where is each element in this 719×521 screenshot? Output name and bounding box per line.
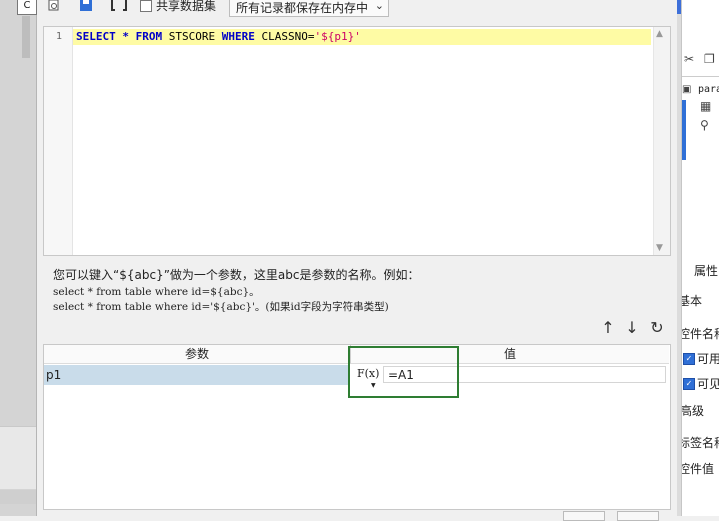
hint-text: 您可以键入“${abc}”做为一个参数，这里abc是参数的名称。例如： bbox=[53, 268, 420, 282]
sql-table: STSCORE bbox=[162, 30, 222, 43]
memory-mode-select[interactable]: 所有记录都保存在内存中 ⌄ bbox=[229, 0, 389, 17]
scroll-up-icon[interactable]: ▲ bbox=[656, 29, 663, 39]
preview-widget-icon[interactable]: ⚲ bbox=[700, 118, 709, 132]
annotation-highlight-box bbox=[348, 346, 459, 398]
share-dataset-label: 共享数据集 bbox=[156, 0, 217, 13]
ok-button[interactable] bbox=[563, 511, 605, 521]
enabled-label: 可用 bbox=[697, 352, 719, 366]
dataset-editor-dialog: C 共享数据集 所有记录都保存在内存中 ⌄ 1 SELECT * FROM ST… bbox=[17, 0, 677, 521]
background-lower-area bbox=[0, 426, 36, 489]
calendar-icon[interactable]: ▦ bbox=[700, 99, 711, 113]
background-horizontal-scrollbar[interactable] bbox=[0, 490, 36, 504]
editor-scrollbar[interactable]: ▲ ▼ bbox=[653, 27, 670, 255]
sql-string: '${p1}' bbox=[314, 30, 361, 43]
sql-keyword-from: FROM bbox=[135, 30, 163, 43]
tag-name-label: 标签名称 bbox=[682, 436, 719, 450]
scroll-indicator bbox=[682, 100, 686, 160]
line-number: 1 bbox=[55, 31, 62, 42]
move-up-icon[interactable]: ↑ bbox=[600, 318, 616, 338]
background-panel bbox=[0, 0, 37, 516]
divider bbox=[682, 76, 719, 77]
sql-star: * bbox=[115, 30, 136, 43]
sql-keyword-where: WHERE bbox=[221, 30, 255, 43]
copy-icon[interactable]: ❐ bbox=[704, 52, 715, 66]
hint-example-1: select * from table where id=${abc}。 bbox=[53, 286, 260, 298]
properties-tab[interactable]: 属性 bbox=[694, 262, 718, 279]
sql-keyword-select: SELECT bbox=[76, 30, 116, 43]
basic-section-header[interactable]: 基本 bbox=[682, 292, 702, 309]
background-scrollbar[interactable] bbox=[22, 16, 30, 58]
advanced-section-header[interactable]: 高级 bbox=[682, 402, 704, 419]
refresh-icon[interactable]: C bbox=[17, 0, 37, 15]
control-name-label: 控件名称 bbox=[682, 327, 719, 341]
table-row[interactable]: p1 bbox=[44, 365, 350, 385]
tree-node-icon: ▣ bbox=[682, 84, 692, 95]
sql-condition: CLASSNO= bbox=[254, 30, 315, 43]
cancel-button[interactable] bbox=[617, 511, 659, 521]
sql-editor[interactable]: 1 SELECT * FROM STSCORE WHERE CLASSNO='$… bbox=[43, 26, 671, 256]
hint-example-2: select * from table where id='${abc}'。(如… bbox=[53, 301, 389, 313]
scroll-down-icon[interactable]: ▼ bbox=[656, 243, 663, 253]
column-header-param: 参数 bbox=[44, 345, 351, 364]
cut-icon[interactable]: ✂ bbox=[684, 52, 694, 66]
refresh-params-icon[interactable]: ↻ bbox=[649, 318, 665, 338]
memory-mode-value: 所有记录都保存在内存中 bbox=[236, 1, 369, 15]
move-down-icon[interactable]: ↓ bbox=[624, 318, 640, 338]
share-dataset-checkbox[interactable] bbox=[140, 0, 152, 12]
properties-panel: ✂ ❐ ▣ para ▦ ⚲ 属性 基本 控件名称 ✓ 可用 ✓ 可见 高级 标… bbox=[681, 0, 719, 516]
preview-icon[interactable] bbox=[47, 0, 61, 14]
chevron-down-icon: ⌄ bbox=[374, 0, 384, 12]
fullscreen-icon[interactable] bbox=[111, 0, 127, 14]
visible-checkbox[interactable]: ✓ bbox=[683, 378, 695, 390]
save-icon[interactable] bbox=[79, 0, 93, 14]
para-node-label[interactable]: para bbox=[698, 84, 719, 95]
sql-text[interactable]: SELECT * FROM STSCORE WHERE CLASSNO='${p… bbox=[76, 30, 361, 43]
enabled-checkbox[interactable]: ✓ bbox=[683, 353, 695, 365]
toolbar: C 共享数据集 所有记录都保存在内存中 ⌄ bbox=[17, 0, 677, 22]
control-value-label: 控件值 bbox=[681, 462, 715, 476]
param-name-cell: p1 bbox=[46, 368, 62, 382]
visible-label: 可见 bbox=[697, 377, 719, 391]
line-number-gutter: 1 bbox=[44, 27, 73, 255]
